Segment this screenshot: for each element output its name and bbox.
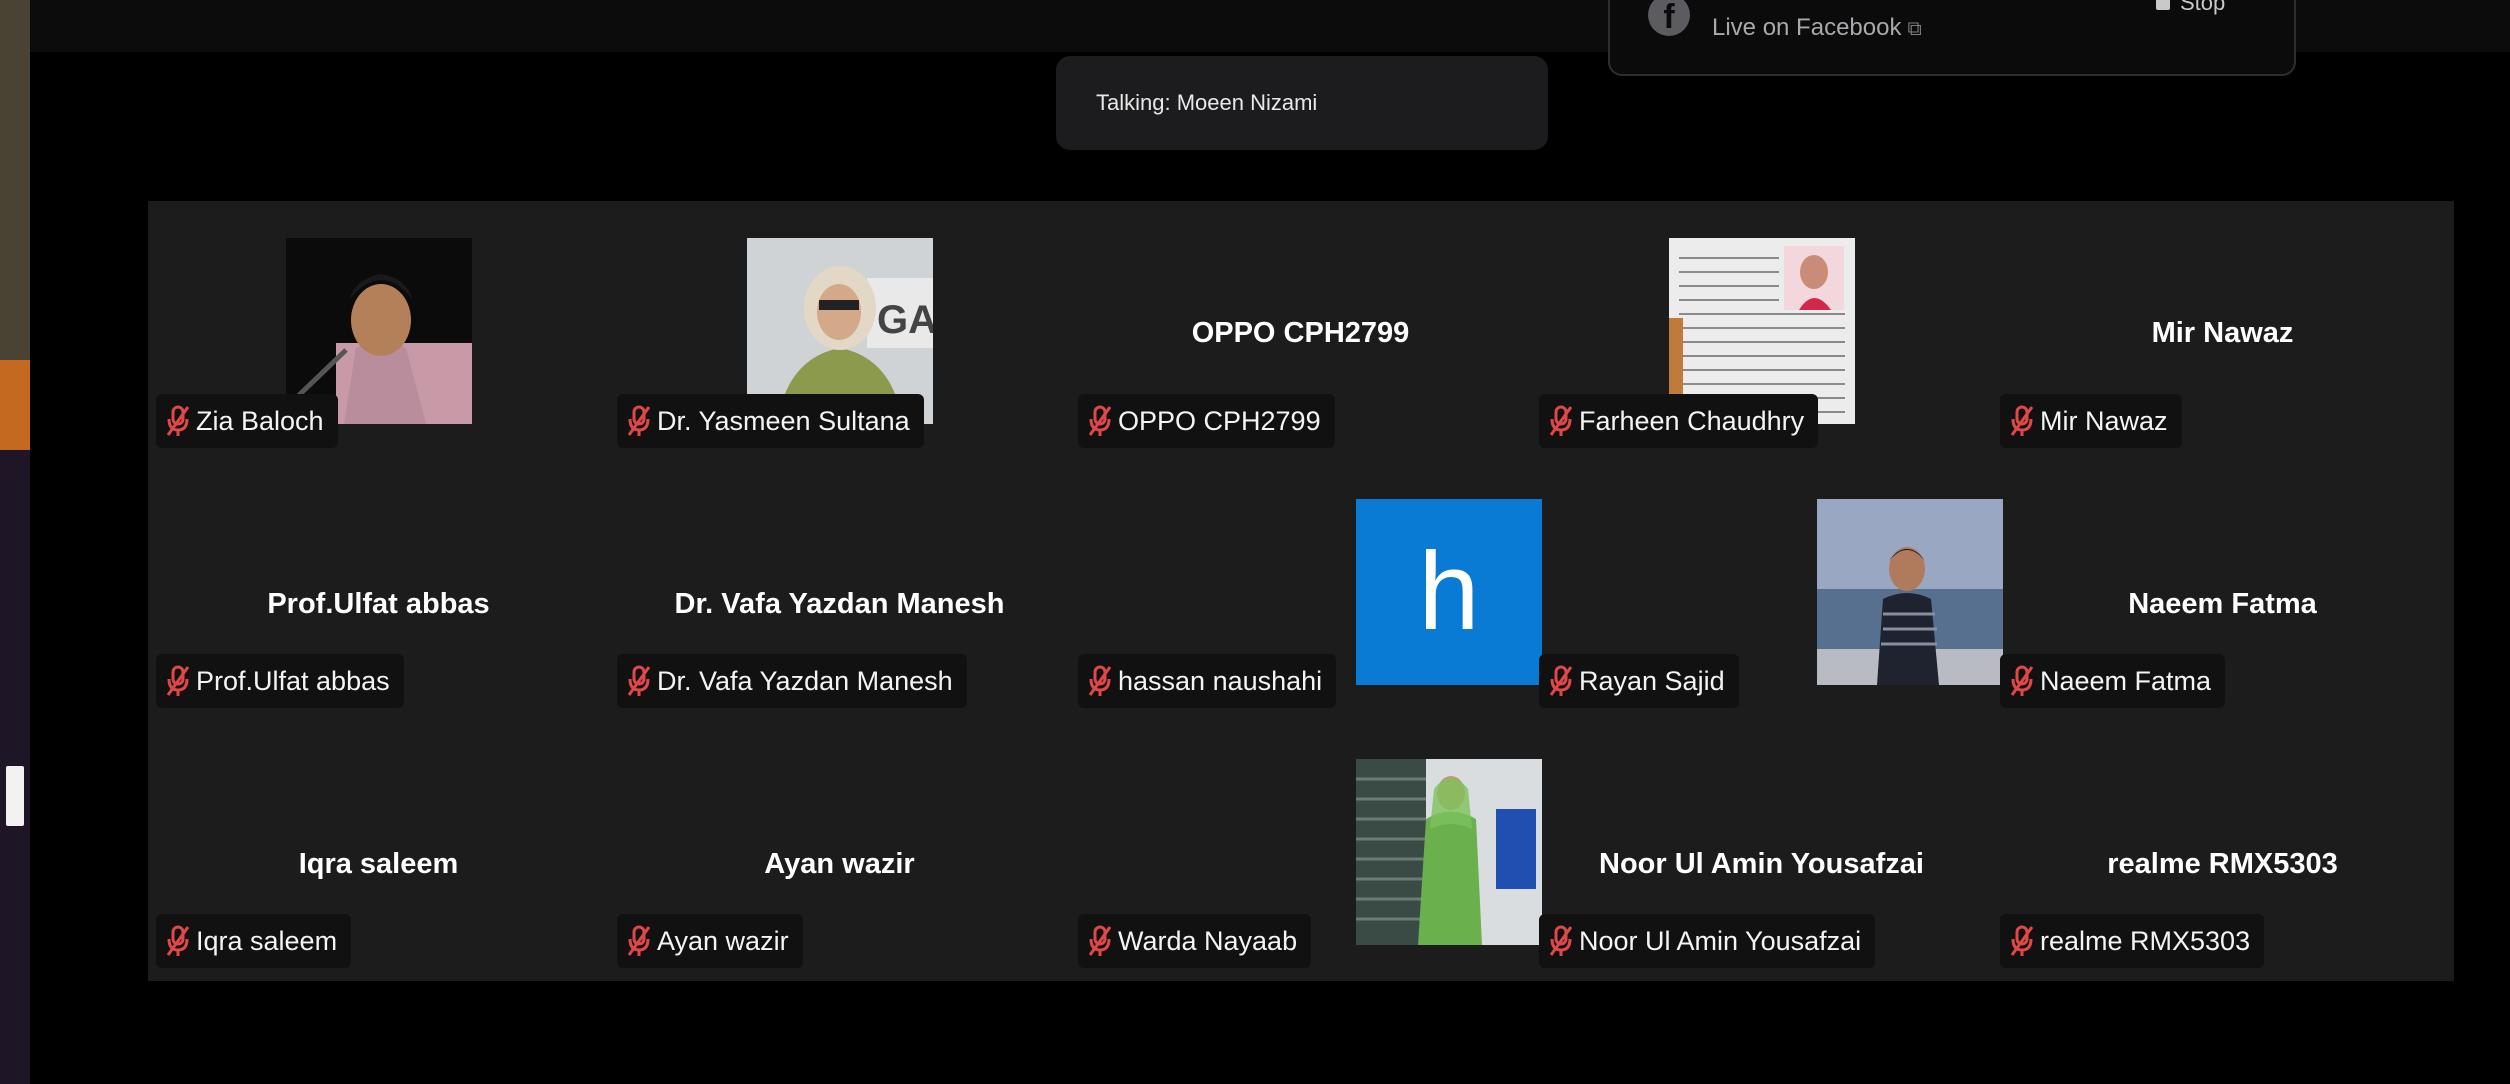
external-link-icon: ⧉ xyxy=(1907,18,1922,40)
participant-tile[interactable]: OPPO CPH2799 OPPO CPH2799 xyxy=(1070,201,1531,461)
muted-mic-icon xyxy=(166,925,190,956)
participant-name: Zia Baloch xyxy=(196,405,324,436)
muted-mic-icon xyxy=(1549,405,1573,436)
participant-display-name: Naeem Fatma xyxy=(2128,588,2317,620)
participant-gallery: Zia Baloch GA Dr. Yasmeen Sultana OPPO C… xyxy=(148,201,2454,981)
muted-mic-icon xyxy=(2010,665,2034,696)
muted-mic-icon xyxy=(627,925,651,956)
participant-tile[interactable]: Prof.Ulfat abbas Prof.Ulfat abbas xyxy=(148,461,609,721)
participant-tile[interactable]: Warda Nayaab xyxy=(1070,721,1542,981)
muted-mic-icon xyxy=(1088,405,1112,436)
strip-segment xyxy=(0,0,30,360)
participant-name-label: Dr. Vafa Yazdan Manesh xyxy=(617,654,967,708)
muted-mic-icon xyxy=(1549,925,1573,956)
participant-name-label: Noor Ul Amin Yousafzai xyxy=(1539,914,1876,968)
participant-tile[interactable]: realme RMX5303 realme RMX5303 xyxy=(1992,721,2453,981)
muted-mic-icon xyxy=(166,405,190,436)
participant-display-name: Noor Ul Amin Yousafzai xyxy=(1599,848,1924,880)
participant-name: Warda Nayaab xyxy=(1118,925,1298,956)
participant-name-label: Rayan Sajid xyxy=(1539,654,1739,708)
participant-tile[interactable]: Naeem Fatma Naeem Fatma xyxy=(1992,461,2453,721)
participant-name: Ayan wazir xyxy=(657,925,789,956)
participant-tile[interactable]: Mir Nawaz Mir Nawaz xyxy=(1992,201,2453,461)
participant-tile[interactable]: Ayan wazir Ayan wazir xyxy=(609,721,1070,981)
participant-tile[interactable]: Dr. Vafa Yazdan Manesh Dr. Vafa Yazdan M… xyxy=(609,461,1070,721)
participant-display-name: Mir Nawaz xyxy=(2151,317,2294,349)
muted-mic-icon xyxy=(1088,925,1112,956)
participant-name-label: Iqra saleem xyxy=(156,914,352,968)
participant-name: Rayan Sajid xyxy=(1579,665,1725,696)
live-on-facebook-link[interactable]: Live on Facebook ⧉ xyxy=(1712,14,1922,42)
svg-text:GA: GA xyxy=(877,298,933,342)
live-stream-panel: f Live on Facebook ⧉ Stop xyxy=(1608,0,2296,76)
left-edge-strip xyxy=(0,0,30,1084)
stop-icon[interactable] xyxy=(2156,0,2170,10)
facebook-icon: f xyxy=(1648,0,1690,36)
participant-tile[interactable]: h hassan naushahi xyxy=(1070,461,1542,721)
participant-name: hassan naushahi xyxy=(1118,665,1323,696)
participant-name-label: Dr. Yasmeen Sultana xyxy=(617,394,924,448)
participant-name: realme RMX5303 xyxy=(2040,925,2251,956)
participant-avatar: h xyxy=(1356,499,1542,685)
participant-name: Noor Ul Amin Yousafzai xyxy=(1579,925,1862,956)
participant-tile[interactable]: Rayan Sajid xyxy=(1531,461,2003,721)
participant-display-name: realme RMX5303 xyxy=(2107,848,2338,880)
muted-mic-icon xyxy=(627,665,651,696)
participant-display-name: Iqra saleem xyxy=(298,848,459,880)
participant-name-label: Naeem Fatma xyxy=(2000,654,2226,708)
stop-button[interactable]: Stop xyxy=(2180,0,2225,16)
participant-name-label: OPPO CPH2799 xyxy=(1078,394,1335,448)
participant-name-label: Farheen Chaudhry xyxy=(1539,394,1819,448)
muted-mic-icon xyxy=(1088,665,1112,696)
participant-name: Dr. Yasmeen Sultana xyxy=(657,405,910,436)
participant-tile[interactable]: Zia Baloch xyxy=(148,201,609,461)
muted-mic-icon xyxy=(2010,405,2034,436)
avatar-letter: h xyxy=(1418,530,1480,653)
participant-name-label: realme RMX5303 xyxy=(2000,914,2265,968)
participant-tile[interactable]: Iqra saleem Iqra saleem xyxy=(148,721,609,981)
participant-name: Prof.Ulfat abbas xyxy=(196,665,390,696)
muted-mic-icon xyxy=(1549,665,1573,696)
participant-name: Iqra saleem xyxy=(196,925,338,956)
participant-name: Farheen Chaudhry xyxy=(1579,405,1805,436)
participant-name-label: hassan naushahi xyxy=(1078,654,1337,708)
muted-mic-icon xyxy=(166,665,190,696)
participant-name-label: Mir Nawaz xyxy=(2000,394,2182,448)
talking-indicator: Talking: Moeen Nizami xyxy=(1056,56,1548,150)
muted-mic-icon xyxy=(2010,925,2034,956)
participant-display-name: OPPO CPH2799 xyxy=(1191,317,1410,349)
participant-tile[interactable]: Noor Ul Amin Yousafzai Noor Ul Amin Yous… xyxy=(1531,721,1992,981)
participant-tile[interactable]: Farheen Chaudhry xyxy=(1531,201,1992,461)
participant-display-name: Prof.Ulfat abbas xyxy=(267,588,490,620)
scroll-thumb[interactable] xyxy=(6,766,24,826)
participant-name-label: Warda Nayaab xyxy=(1078,914,1312,968)
participant-name-label: Prof.Ulfat abbas xyxy=(156,654,404,708)
participant-name-label: Zia Baloch xyxy=(156,394,338,448)
strip-segment-accent xyxy=(0,360,30,450)
participant-name-label: Ayan wazir xyxy=(617,914,803,968)
participant-name: Naeem Fatma xyxy=(2040,665,2212,696)
participant-video-photo xyxy=(1356,759,1542,945)
participant-video-photo xyxy=(1817,499,2003,685)
participant-display-name: Ayan wazir xyxy=(764,848,915,880)
participant-name: Dr. Vafa Yazdan Manesh xyxy=(657,665,953,696)
participant-name: Mir Nawaz xyxy=(2040,405,2168,436)
participant-name: OPPO CPH2799 xyxy=(1118,405,1321,436)
participant-display-name: Dr. Vafa Yazdan Manesh xyxy=(674,588,1005,620)
muted-mic-icon xyxy=(627,405,651,436)
live-label: Live on Facebook xyxy=(1712,14,1902,41)
participant-tile[interactable]: GA Dr. Yasmeen Sultana xyxy=(609,201,1070,461)
